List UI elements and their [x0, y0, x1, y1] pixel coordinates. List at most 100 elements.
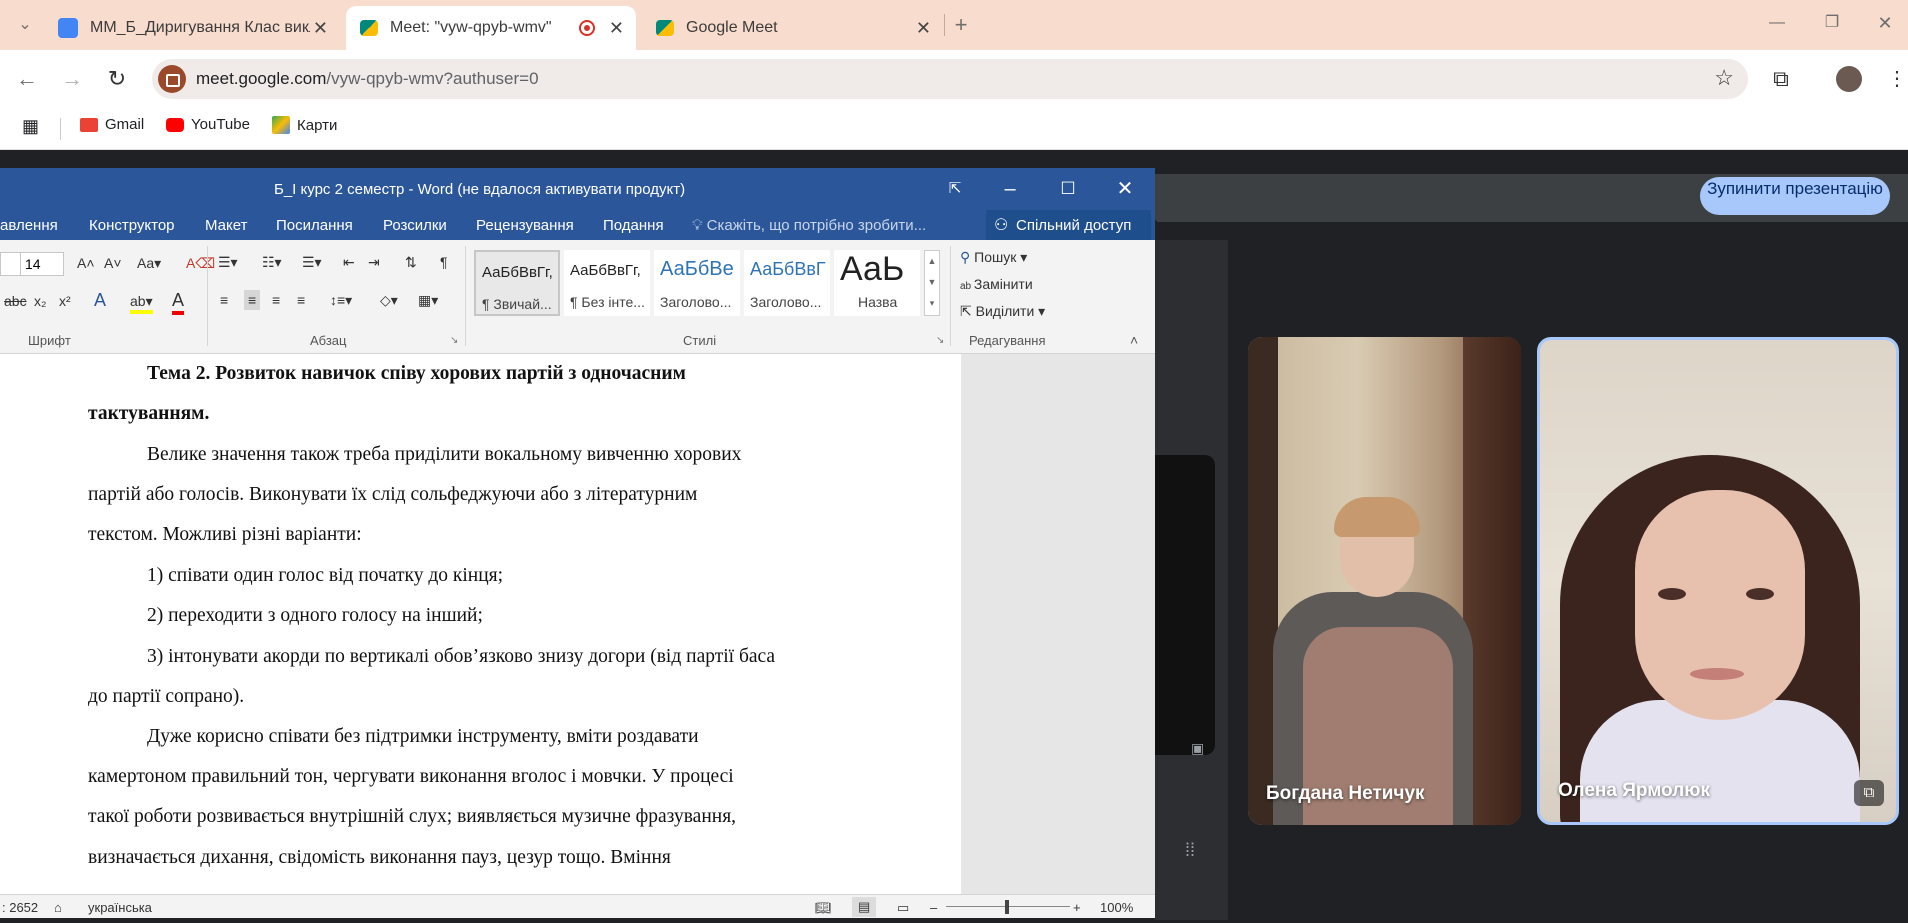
superscript-icon[interactable]: x² [59, 293, 71, 309]
forward-arrow-icon[interactable]: → [55, 62, 89, 96]
ribbon-display-options-icon[interactable]: ⇱ [935, 174, 975, 204]
tab-google-meet[interactable]: Google Meet ✕ [640, 6, 945, 50]
justify-icon[interactable]: ≡ [297, 292, 305, 308]
bookmark-maps[interactable]: Карти [272, 116, 337, 134]
tab-classroom[interactable]: ММ_Б_Диригування Клас викл ✕ [42, 6, 342, 50]
tab-design[interactable]: Конструктор [89, 217, 175, 234]
bookmark-label: Gmail [105, 116, 145, 133]
styles-scroll[interactable]: ▲ ▼ ▾ [924, 250, 940, 316]
close-icon[interactable]: ✕ [1105, 174, 1145, 204]
font-size-box[interactable]: 14 [20, 252, 64, 276]
chrome-menu-icon[interactable]: ⋮ [1880, 62, 1908, 96]
minimize-icon[interactable]: – [990, 174, 1030, 204]
font-color-icon[interactable]: A [172, 290, 185, 315]
address-bar[interactable]: meet.google.com/vyw-qpyb-wmv?authuser=0 … [152, 59, 1748, 99]
share-button[interactable]: ⚇ Спільний доступ [986, 210, 1151, 240]
heading-text: тактуванням. [88, 403, 210, 424]
align-right-icon[interactable]: ≡ [272, 292, 280, 308]
bookmark-star-icon[interactable]: ☆ [1714, 65, 1734, 91]
participant-tile[interactable]: Богдана Нетичук [1248, 337, 1521, 825]
tab-review[interactable]: Рецензування [476, 217, 574, 234]
tab-references[interactable]: Посилання [276, 217, 353, 234]
style-preview: АаЬ [840, 250, 905, 288]
numbering-icon[interactable]: ☷▾ [262, 254, 282, 271]
subscript-icon[interactable]: x₂ [34, 293, 46, 309]
style-no-spacing[interactable]: АаБбВвГг, ¶ Без інте... [564, 250, 650, 316]
word-count[interactable]: : 2652 [2, 900, 38, 915]
find-button[interactable]: ⚲ Пошук ▾ [960, 249, 1027, 266]
close-icon[interactable]: ✕ [916, 18, 931, 39]
reload-icon[interactable]: ↻ [100, 62, 134, 96]
styles-dialog-launcher-icon[interactable]: ↘ [936, 335, 944, 346]
close-icon[interactable]: ✕ [609, 18, 624, 39]
read-mode-icon[interactable]: 📖︎ [815, 900, 832, 916]
align-center-icon[interactable]: ≡ [244, 290, 261, 310]
tab-search-chevron-icon[interactable]: ⌄ [8, 8, 42, 42]
proofing-icon[interactable]: ⌂ [54, 900, 62, 915]
line-spacing-icon[interactable]: ↕≡▾ [330, 292, 352, 309]
highlight-icon[interactable]: ab▾ [130, 293, 153, 314]
shading-icon[interactable]: ◇▾ [380, 292, 398, 309]
zoom-slider-thumb[interactable] [1005, 900, 1009, 914]
restore-window-icon[interactable]: ❐ [1815, 6, 1849, 40]
tab-insert[interactable]: авлення [0, 217, 58, 234]
document-page[interactable]: Тема 2. Розвиток навичок співу хорових п… [0, 354, 961, 894]
decrease-indent-icon[interactable]: ⇤ [343, 254, 355, 271]
maximize-icon[interactable]: ☐ [1048, 174, 1088, 204]
text-effects-icon[interactable]: A [94, 290, 106, 311]
minimize-window-icon[interactable]: — [1760, 6, 1794, 40]
pin-tile-icon[interactable]: ⧉ [1854, 780, 1884, 806]
apps-grid-icon[interactable]: ▦ [22, 116, 39, 137]
zoom-level[interactable]: 100% [1100, 900, 1133, 915]
select-button[interactable]: ⇱ Виділити ▾ [960, 303, 1045, 320]
sort-icon[interactable]: ⇅ [405, 254, 417, 271]
increase-indent-icon[interactable]: ⇥ [368, 254, 380, 271]
picture-in-picture-icon[interactable]: ▣ [1191, 740, 1204, 757]
search-icon: ⚲ [960, 249, 975, 265]
web-layout-icon[interactable]: ▭ [897, 900, 909, 916]
site-info-icon[interactable] [158, 65, 186, 93]
tab-meet-active[interactable]: Meet: "vyw-qpyb-wmv" ✕ [346, 6, 636, 50]
tab-layout[interactable]: Макет [205, 217, 247, 234]
change-case-icon[interactable]: Aa▾ [137, 255, 161, 272]
tab-view[interactable]: Подання [603, 217, 664, 234]
replace-button[interactable]: ab Замінити [960, 276, 1033, 292]
clear-formatting-icon[interactable]: A⌫ [186, 255, 215, 272]
close-icon[interactable]: ✕ [313, 18, 328, 39]
style-heading-2[interactable]: АаБбВвГ Заголово... [744, 250, 830, 316]
stop-presenting-button[interactable]: Зупинити презентацію [1700, 177, 1890, 215]
style-preview: АаБбВвГг, [570, 262, 641, 279]
new-tab-button[interactable]: + [944, 8, 978, 42]
bookmark-gmail[interactable]: Gmail [80, 116, 144, 133]
tell-me-search[interactable]: 💡︎ Скажіть, що потрібно зробити... [692, 217, 926, 234]
style-heading-1[interactable]: АаБбВе Заголово... [654, 250, 740, 316]
participant-tile-active[interactable]: Олена Ярмолюк ⧉ [1537, 337, 1899, 825]
multilevel-list-icon[interactable]: ☰▾ [302, 254, 322, 271]
language-indicator[interactable]: українська [88, 900, 152, 915]
paragraph-text: такої роботи розвивається внутрішній слу… [88, 806, 737, 827]
style-title[interactable]: АаЬ Назва [834, 250, 920, 316]
tab-mailings[interactable]: Розсилки [383, 217, 447, 234]
zoom-in-icon[interactable]: + [1073, 900, 1081, 915]
bookmark-youtube[interactable]: YouTube [166, 116, 250, 133]
profile-avatar[interactable] [1836, 66, 1862, 92]
close-window-icon[interactable]: ✕ [1868, 6, 1902, 40]
grow-font-icon[interactable]: A˄ [77, 255, 95, 271]
shrink-font-icon[interactable]: A˅ [104, 255, 122, 271]
paragraph-dialog-launcher-icon[interactable]: ↘ [450, 335, 458, 346]
style-normal[interactable]: АаБбВвГг, ¶ Звичай... [474, 250, 560, 316]
grid-icon[interactable]: ⁞⁞ [1185, 840, 1195, 861]
back-arrow-icon[interactable]: ← [10, 62, 44, 96]
bullets-icon[interactable]: ☰▾ [218, 254, 238, 271]
style-name: ¶ Звичай... [482, 296, 552, 312]
collapse-ribbon-icon[interactable]: ˄ [1130, 332, 1138, 348]
strikethrough-icon[interactable]: abc [4, 293, 27, 309]
print-layout-icon[interactable]: ▤ [852, 897, 877, 917]
extensions-icon[interactable]: ⧉ [1764, 62, 1798, 96]
zoom-out-icon[interactable]: – [930, 900, 937, 915]
align-left-icon[interactable]: ≡ [220, 292, 228, 308]
url-text[interactable]: meet.google.com/vyw-qpyb-wmv?authuser=0 [196, 69, 539, 89]
heading-line: тактуванням. [88, 394, 892, 435]
borders-icon[interactable]: ▦▾ [418, 292, 438, 309]
show-formatting-icon[interactable]: ¶ [440, 254, 448, 270]
